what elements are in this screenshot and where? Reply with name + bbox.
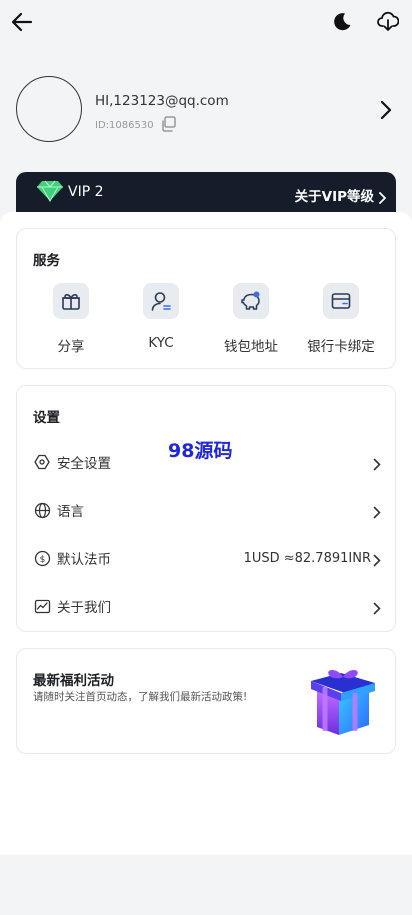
row-label: 安全设置 bbox=[57, 456, 111, 472]
chevron-right-icon bbox=[373, 456, 381, 475]
services-title: 服务 bbox=[33, 253, 60, 269]
svg-text:$: $ bbox=[39, 555, 45, 565]
chevron-right-icon bbox=[379, 189, 387, 208]
chevron-right-icon bbox=[373, 504, 381, 523]
services-card: 服务 分享 KYC 钱包地址 银行卡绑定 bbox=[16, 228, 396, 369]
settings-title: 设置 bbox=[33, 410, 60, 426]
chevron-right-icon[interactable] bbox=[380, 100, 392, 120]
settings-row-about[interactable]: 关于我们 bbox=[33, 590, 381, 622]
cloud-download-icon[interactable] bbox=[376, 10, 400, 34]
service-label: KYC bbox=[148, 335, 174, 351]
arrow-left-icon[interactable] bbox=[10, 10, 34, 34]
user-id: ID:1086530 bbox=[95, 116, 176, 135]
user-email: HI,123123@qq.com bbox=[95, 93, 229, 109]
profile-section[interactable]: HI,123123@qq.com ID:1086530 bbox=[16, 76, 396, 144]
user-id-icon bbox=[143, 283, 179, 319]
watermark: 98源码 bbox=[168, 440, 233, 462]
service-share[interactable]: 分享 bbox=[26, 283, 116, 355]
settings-row-language[interactable]: 语言 bbox=[33, 494, 381, 526]
chart-icon bbox=[33, 597, 51, 615]
avatar[interactable] bbox=[16, 76, 82, 142]
chevron-right-icon bbox=[373, 600, 381, 619]
gift-icon bbox=[53, 283, 89, 319]
settings-row-currency[interactable]: $ 默认法币 1USD ≈82.7891INR bbox=[33, 542, 381, 574]
content-sheet: 服务 分享 KYC 钱包地址 银行卡绑定 设置 安全设置 语言 $ 默认法币 1… bbox=[0, 212, 412, 855]
promo-title: 最新福利活动 bbox=[33, 673, 114, 689]
service-label: 钱包地址 bbox=[224, 339, 278, 355]
service-label: 银行卡绑定 bbox=[307, 339, 375, 355]
row-label: 语言 bbox=[57, 504, 84, 520]
vip-level: VIP 2 bbox=[68, 184, 104, 200]
dollar-coin-icon: $ bbox=[33, 549, 51, 567]
top-bar bbox=[0, 0, 412, 44]
promo-card[interactable]: 最新福利活动 请随时关注首页动态，了解我们最新活动政策! bbox=[16, 648, 396, 754]
about-vip-link[interactable]: 关于VIP等级 bbox=[295, 185, 374, 205]
row-label: 默认法币 bbox=[57, 552, 111, 568]
user-id-text: ID:1086530 bbox=[95, 120, 154, 131]
service-wallet-address[interactable]: 钱包地址 bbox=[206, 283, 296, 355]
diamond-icon bbox=[36, 180, 64, 206]
service-kyc[interactable]: KYC bbox=[116, 283, 206, 351]
moon-icon[interactable] bbox=[330, 10, 354, 34]
gift-box-icon bbox=[305, 663, 381, 739]
security-hex-icon bbox=[33, 453, 51, 471]
service-label: 分享 bbox=[57, 339, 85, 355]
currency-value: 1USD ≈82.7891INR bbox=[243, 550, 371, 566]
settings-card: 设置 安全设置 语言 $ 默认法币 1USD ≈82.7891INR 关于我们 bbox=[16, 385, 396, 632]
service-bank-card[interactable]: 银行卡绑定 bbox=[296, 283, 386, 355]
chevron-right-icon bbox=[373, 552, 381, 571]
promo-subtitle: 请随时关注首页动态，了解我们最新活动政策! bbox=[33, 691, 248, 703]
globe-icon bbox=[33, 501, 51, 519]
piggy-bank-icon bbox=[233, 283, 269, 319]
card-icon bbox=[323, 283, 359, 319]
row-label: 关于我们 bbox=[57, 600, 111, 616]
copy-icon[interactable] bbox=[160, 116, 176, 135]
